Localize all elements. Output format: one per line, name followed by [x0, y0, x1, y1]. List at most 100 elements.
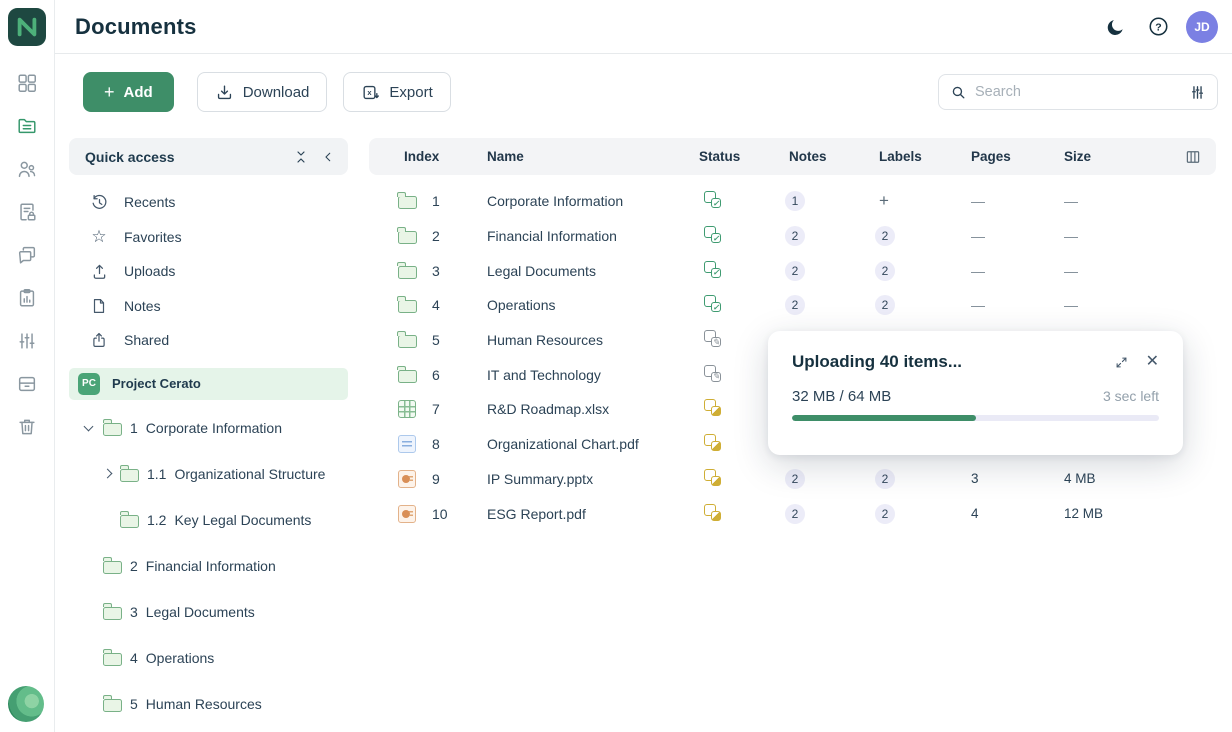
column-header-name[interactable]: Name	[487, 149, 699, 164]
close-icon[interactable]: ✕	[1146, 354, 1159, 370]
row-name[interactable]: ESG Report.pdf	[487, 506, 699, 522]
export-button[interactable]: x Export	[343, 72, 450, 112]
help-icon[interactable]: ?	[1144, 13, 1172, 41]
users-icon[interactable]	[15, 157, 39, 181]
dashboard-icon[interactable]	[15, 71, 39, 95]
app-logo-icon[interactable]	[8, 8, 46, 46]
tree-item[interactable]: 4 Operations	[69, 635, 348, 681]
tree-num: 2	[130, 558, 138, 574]
quick-access-header: Quick access	[69, 138, 348, 175]
row-name[interactable]: IT and Technology	[487, 367, 699, 383]
left-rail	[0, 0, 55, 732]
table-row[interactable]: 4 Operations 2 2 — —	[369, 288, 1216, 323]
notes-badge[interactable]: 2	[785, 504, 805, 524]
download-icon	[215, 83, 234, 102]
project-badge: PC	[78, 373, 100, 395]
tree-num: 1.2	[147, 512, 166, 528]
documents-folder-icon[interactable]	[15, 114, 39, 138]
labels-badge[interactable]: 2	[875, 261, 895, 281]
pages-value: 3	[971, 471, 1064, 486]
column-header-labels[interactable]: Labels	[879, 149, 971, 164]
columns-icon[interactable]	[1184, 148, 1202, 166]
support-widget-icon[interactable]	[8, 686, 44, 722]
notes-badge[interactable]: 2	[785, 261, 805, 281]
sidebar-item-shared[interactable]: Shared	[69, 323, 348, 358]
tree-item[interactable]: 5 Human Resources	[69, 681, 348, 727]
add-button[interactable]: + Add	[83, 72, 174, 112]
table-row[interactable]: 10 ESG Report.pdf 2 2 4 12 MB	[369, 496, 1216, 531]
search-input[interactable]	[975, 84, 1181, 100]
sliders-icon[interactable]	[15, 329, 39, 353]
archive-icon[interactable]	[15, 372, 39, 396]
project-name: Project Cerato	[112, 376, 201, 391]
collapse-panel-icon[interactable]	[321, 149, 335, 165]
table-row[interactable]: 9 IP Summary.pptx 2 2 3 4 MB	[369, 462, 1216, 497]
table-row[interactable]: 2 Financial Information 2 2 — —	[369, 219, 1216, 254]
column-header-pages[interactable]: Pages	[971, 149, 1064, 164]
project-item-selected[interactable]: PC Project Cerato	[69, 368, 348, 400]
tree-item[interactable]: 1 Corporate Information	[69, 405, 348, 451]
labels-badge[interactable]: 2	[875, 469, 895, 489]
tree-item[interactable]: 1.2 Key Legal Documents	[69, 497, 348, 543]
row-name[interactable]: Corporate Information	[487, 193, 699, 209]
tree-label: Organizational Structure	[174, 466, 325, 482]
upload-toast-title: Uploading 40 items...	[792, 352, 962, 372]
upload-bytes: 32 MB / 64 MB	[792, 388, 891, 405]
table-header: Index Name Status Notes Labels Pages Siz…	[369, 138, 1216, 175]
column-header-notes[interactable]: Notes	[789, 149, 879, 164]
moon-icon[interactable]	[1102, 13, 1130, 41]
table-row[interactable]: 3 Legal Documents 2 2 — —	[369, 253, 1216, 288]
svg-text:?: ?	[1155, 21, 1161, 33]
search-box[interactable]	[938, 74, 1218, 110]
tree-label: Legal Documents	[146, 604, 255, 620]
trash-icon[interactable]	[15, 415, 39, 439]
row-name[interactable]: R&D Roadmap.xlsx	[487, 401, 699, 417]
notes-badge[interactable]: 2	[785, 469, 805, 489]
collapse-vertical-icon[interactable]	[293, 149, 309, 165]
row-name[interactable]: Legal Documents	[487, 263, 699, 279]
labels-badge[interactable]: 2	[875, 504, 895, 524]
tree-item[interactable]: 1.1 Organizational Structure	[69, 451, 348, 497]
column-header-status[interactable]: Status	[699, 149, 789, 164]
export-button-label: Export	[389, 84, 432, 101]
tree-item[interactable]: 3 Legal Documents	[69, 589, 348, 635]
notes-badge[interactable]: 1	[785, 191, 805, 211]
size-value: 4 MB	[1064, 471, 1164, 486]
status-in-review-icon	[704, 469, 721, 486]
row-name[interactable]: Financial Information	[487, 228, 699, 244]
sidebar-item-uploads[interactable]: Uploads	[69, 254, 348, 289]
column-header-index[interactable]: Index	[397, 149, 487, 164]
report-clipboard-icon[interactable]	[15, 286, 39, 310]
table-row[interactable]: 1 Corporate Information 1 + — —	[369, 184, 1216, 219]
filter-sliders-icon[interactable]	[1189, 84, 1206, 101]
chevron-right-icon[interactable]	[102, 470, 120, 477]
upload-toast: Uploading 40 items... ✕ 32 MB / 64 MB 3 …	[768, 331, 1183, 455]
sidebar-item-recents[interactable]: Recents	[69, 185, 348, 220]
secure-document-icon[interactable]	[15, 200, 39, 224]
folder-icon	[398, 231, 417, 244]
row-name[interactable]: Organizational Chart.pdf	[487, 436, 699, 452]
folder-icon	[103, 699, 122, 712]
expand-icon[interactable]	[1114, 355, 1129, 370]
labels-badge[interactable]: 2	[875, 226, 895, 246]
comments-icon[interactable]	[15, 243, 39, 267]
tree-item[interactable]: 2 Financial Information	[69, 543, 348, 589]
avatar[interactable]: JD	[1186, 11, 1218, 43]
tree-num: 1.1	[147, 466, 166, 482]
chevron-down-icon[interactable]	[85, 426, 103, 430]
column-header-size[interactable]: Size	[1064, 149, 1164, 164]
folder-icon	[398, 196, 417, 209]
notes-badge[interactable]: 2	[785, 295, 805, 315]
row-name[interactable]: IP Summary.pptx	[487, 471, 699, 487]
add-label-button[interactable]: +	[879, 191, 889, 210]
download-button-label: Download	[243, 84, 310, 101]
notes-badge[interactable]: 2	[785, 226, 805, 246]
download-button[interactable]: Download	[197, 72, 328, 112]
sidebar-item-notes[interactable]: Notes	[69, 289, 348, 324]
row-name[interactable]: Operations	[487, 297, 699, 313]
sidebar-item-favorites[interactable]: ☆ Favorites	[69, 220, 348, 255]
status-in-review-icon	[704, 504, 721, 521]
presentation-icon	[398, 470, 416, 488]
labels-badge[interactable]: 2	[875, 295, 895, 315]
row-name[interactable]: Human Resources	[487, 332, 699, 348]
